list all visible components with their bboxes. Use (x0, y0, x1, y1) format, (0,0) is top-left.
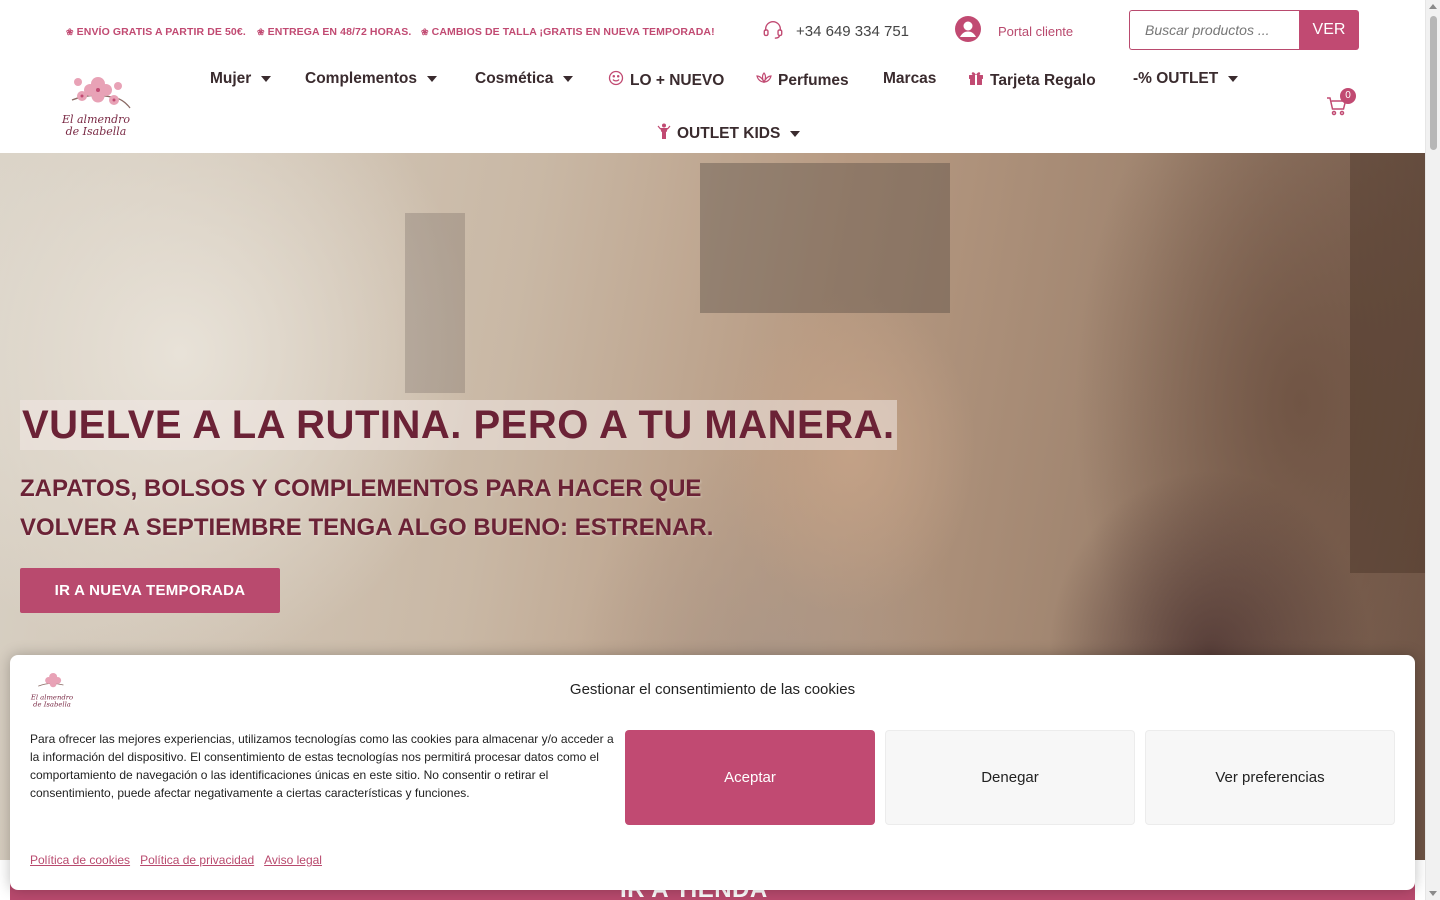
cart-icon (1326, 97, 1348, 120)
nav-label: Complementos (305, 70, 417, 87)
smile-icon (608, 70, 624, 91)
phone-link[interactable]: +34 649 334 751 (762, 18, 909, 45)
nav-item-perfumes[interactable]: Perfumes (756, 70, 849, 91)
nav-item-lo-nuevo[interactable]: LO + NUEVO (608, 70, 724, 91)
scroll-thumb[interactable] (1430, 16, 1437, 150)
promo-delivery: ❀ ENTREGA EN 48/72 HORAS. (257, 26, 411, 38)
hero-title: VUELVE A LA RUTINA. PERO A TU MANERA. (20, 400, 897, 450)
promo-text: ENTREGA EN 48/72 HORAS. (267, 26, 412, 38)
nav-label: -% OUTLET (1133, 70, 1219, 87)
logo-text-line2: de Isabella (66, 125, 127, 138)
nav-label: OUTLET KIDS (677, 124, 781, 142)
nav-label: Tarjeta Regalo (990, 71, 1096, 89)
cookie-policy-links: Política de cookies Política de privacid… (30, 853, 322, 867)
search-input[interactable] (1129, 10, 1299, 50)
nav-item-outlet[interactable]: -% OUTLET (1133, 70, 1239, 88)
hero-background-window (700, 163, 950, 313)
chevron-down-icon (563, 76, 574, 82)
accept-cookies-button[interactable]: Aceptar (625, 730, 875, 825)
nav-item-marcas[interactable]: Marcas (883, 70, 936, 88)
nav-item-complementos[interactable]: Complementos (305, 70, 437, 88)
view-preferences-button[interactable]: Ver preferencias (1145, 730, 1395, 825)
promo-text: CAMBIOS DE TALLA ¡GRATIS EN NUEVA TEMPOR… (431, 26, 715, 38)
hero-background-window (405, 213, 465, 393)
chevron-down-icon (261, 76, 272, 82)
nav-label: Perfumes (778, 71, 849, 89)
lotus-icon (756, 70, 772, 91)
promo-text: ENVÍO GRATIS A PARTIR DE 50€. (76, 26, 246, 38)
chevron-down-icon (426, 76, 437, 82)
cookie-description: Para ofrecer las mejores experiencias, u… (30, 732, 614, 800)
chevron-down-icon (1228, 76, 1239, 82)
nav-label: Marcas (883, 70, 937, 87)
scroll-up-icon[interactable] (1429, 4, 1437, 9)
scroll-down-icon[interactable] (1429, 891, 1437, 896)
nav-item-tarjeta-regalo[interactable]: Tarjeta Regalo (968, 70, 1096, 91)
promo-free-shipping: ❀ ENVÍO GRATIS A PARTIR DE 50€. (66, 26, 246, 38)
gift-icon (968, 70, 984, 91)
search-button[interactable]: VER (1299, 10, 1359, 50)
nav-item-outlet-kids[interactable]: OUTLET KIDS (657, 123, 801, 144)
flower-icon: ❀ (257, 27, 265, 37)
flower-icon: ❀ (421, 27, 429, 37)
deny-cookies-button[interactable]: Denegar (885, 730, 1135, 825)
hero-background-door (1350, 153, 1425, 573)
nav-item-cosmetica[interactable]: Cosmética (475, 70, 574, 88)
nav-label: Mujer (210, 70, 252, 87)
cookie-policy-link[interactable]: Política de cookies (30, 853, 130, 867)
privacy-policy-link[interactable]: Política de privacidad (140, 853, 254, 867)
flower-icon: ❀ (66, 27, 74, 37)
nav-item-mujer[interactable]: Mujer (210, 70, 272, 88)
user-icon (955, 16, 981, 47)
chevron-down-icon (790, 130, 801, 137)
nav-label: LO + NUEVO (630, 71, 725, 89)
hero-subtitle-line: ZAPATOS, BOLSOS Y COMPLEMENTOS PARA HACE… (20, 475, 702, 502)
page: ❀ ENVÍO GRATIS A PARTIR DE 50€. ❀ ENTREGA … (0, 0, 1440, 900)
headset-icon (762, 18, 784, 45)
nav-label: Cosmética (475, 70, 554, 87)
cookie-logo-text-line2: de Isabella (33, 701, 71, 709)
product-search: VER (1129, 10, 1359, 50)
site-logo[interactable]: El almendro de Isabella (58, 70, 134, 140)
page-scrollbar[interactable] (1425, 0, 1440, 900)
cookie-title: Gestionar el consentimiento de las cooki… (569, 681, 856, 698)
phone-number: +34 649 334 751 (796, 23, 910, 40)
hero-subtitle-line: VOLVER A SEPTIEMBRE TENGA ALGO BUENO: ES… (20, 514, 714, 541)
hero-subtitle: ZAPATOS, BOLSOS Y COMPLEMENTOS PARA HACE… (20, 469, 750, 547)
new-season-button[interactable]: IR A NUEVA TEMPORADA (20, 568, 280, 613)
portal-link[interactable]: Portal cliente (955, 16, 1073, 47)
cookie-consent-dialog: El almendro de Isabella Gestionar el con… (10, 655, 1415, 890)
promo-size-change: ❀ CAMBIOS DE TALLA ¡GRATIS EN NUEVA TEMPO… (421, 26, 715, 38)
legal-notice-link[interactable]: Aviso legal (264, 853, 322, 867)
top-bar: ❀ ENVÍO GRATIS A PARTIR DE 50€. ❀ ENTREGA … (0, 0, 1425, 60)
portal-label: Portal cliente (998, 24, 1074, 39)
child-icon (657, 123, 671, 144)
cart-count-badge: 0 (1340, 88, 1356, 104)
